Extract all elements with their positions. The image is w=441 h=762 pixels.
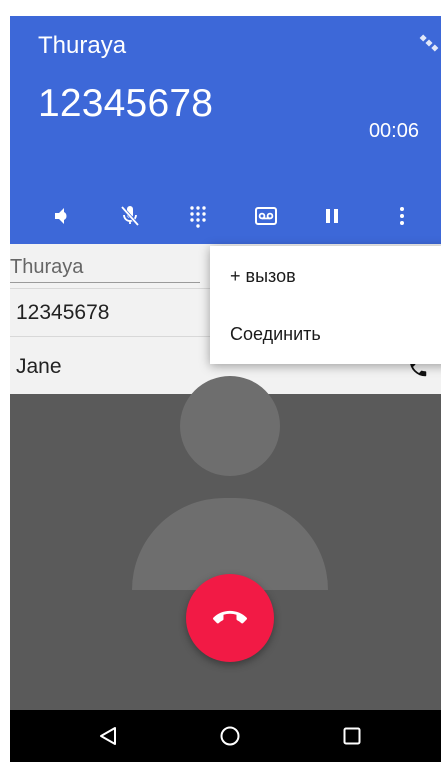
avatar-head (180, 376, 280, 476)
call-controls (10, 196, 441, 236)
speaker-button[interactable] (42, 196, 82, 236)
divider (10, 282, 200, 283)
more-vert-icon (400, 207, 404, 225)
contact-name: Jane (16, 355, 62, 378)
voicemail-button[interactable] (246, 196, 286, 236)
pause-icon (326, 209, 338, 223)
recents-icon (343, 727, 361, 745)
provider-label: Thuraya (38, 32, 127, 59)
call-number: 12345678 (38, 82, 214, 125)
dialpad-button[interactable] (178, 196, 218, 236)
system-nav-bar (10, 710, 441, 762)
hold-button[interactable] (312, 196, 352, 236)
nav-home-button[interactable] (210, 718, 250, 754)
end-call-button[interactable] (186, 574, 274, 662)
nav-back-button[interactable] (88, 718, 128, 754)
voicemail-icon (255, 207, 277, 225)
incall-screen: Thuraya 12345678 00:06 Thuraya 12345678 … (10, 16, 441, 762)
mute-button[interactable] (110, 196, 150, 236)
call-header: Thuraya 12345678 00:06 (10, 16, 441, 244)
speaker-icon (55, 208, 67, 224)
contact-number: 12345678 (16, 301, 110, 324)
menu-item-add-call[interactable]: + вызов (230, 266, 296, 287)
nav-recents-button[interactable] (332, 718, 372, 754)
overflow-menu: + вызов Соединить (210, 246, 441, 364)
menu-item-merge[interactable]: Соединить (230, 324, 321, 345)
contact-provider-label: Thuraya (10, 256, 84, 278)
dialpad-icon (190, 206, 206, 228)
mic-off-icon (120, 205, 140, 227)
call-timer: 00:06 (368, 120, 419, 142)
home-icon (220, 726, 240, 746)
satellite-icon (419, 34, 439, 52)
hang-up-icon (213, 610, 247, 624)
overflow-menu-button[interactable] (382, 196, 422, 236)
back-icon (100, 727, 116, 745)
